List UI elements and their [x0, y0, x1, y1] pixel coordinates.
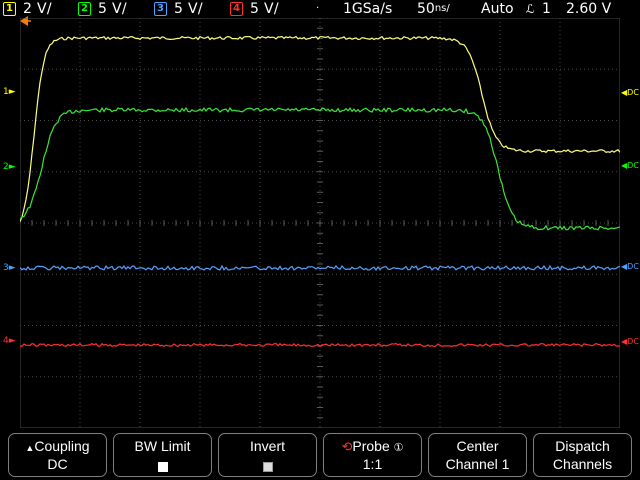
channel-1-dc-label: ◀DC	[621, 88, 639, 97]
channel-2-scale[interactable]: 2 5 V/	[78, 1, 127, 17]
invert-checkbox-icon	[262, 461, 273, 472]
sample-rate: 1GSa/s	[343, 1, 393, 17]
menu-arrow-icon: ▲	[25, 443, 35, 453]
softkey-menu: ▲Coupling DC BW Limit Invert ⟲Probe ① 1:…	[0, 431, 640, 480]
channel-4-scale[interactable]: 4 5 V/	[230, 1, 279, 17]
channel-3-badge: 3	[154, 2, 167, 16]
rotate-knob-icon: ⟲	[341, 439, 353, 454]
bw-limit-checkbox-icon	[157, 461, 168, 472]
timebase[interactable]: 50ns/	[417, 0, 450, 18]
probe-softkey[interactable]: ⟲Probe ① 1:1	[323, 433, 422, 477]
channel-4-trace	[20, 342, 620, 348]
center-channel-softkey[interactable]: Center Channel 1	[428, 433, 527, 477]
channel-2-dc-label: ◀DC	[621, 161, 639, 170]
channel-2-volts-per-div: 5 V/	[98, 1, 127, 17]
trigger-edge-icon: ℒ	[526, 2, 535, 16]
invert-softkey[interactable]: Invert	[218, 433, 317, 477]
trigger-level[interactable]: 2.60 V	[566, 0, 611, 18]
channel-1-volts-per-div: 2 V/	[23, 1, 52, 17]
channel-3-dc-label: ◀DC	[621, 262, 639, 271]
channel-3-ground-marker[interactable]: 3►	[3, 263, 16, 273]
channel-1-ground-marker[interactable]: 1►	[3, 87, 16, 97]
channel-4-dc-label: ◀DC	[621, 337, 639, 346]
channel-4-ground-marker[interactable]: 4►	[3, 336, 16, 346]
dispatch-channels-softkey[interactable]: Dispatch Channels	[533, 433, 632, 477]
channel-1-scale[interactable]: 1 2 V/	[3, 1, 52, 17]
timebase-unit: ns/	[434, 3, 450, 14]
graticule	[20, 18, 620, 428]
separator-dot: ·	[316, 3, 320, 14]
channel-2-badge: 2	[78, 2, 91, 16]
channel-1-badge: 1	[3, 2, 16, 16]
timebase-value: 50	[417, 1, 435, 17]
trigger-mode[interactable]: Auto	[481, 0, 514, 18]
channel-4-volts-per-div: 5 V/	[250, 1, 279, 17]
coupling-softkey[interactable]: ▲Coupling DC	[8, 433, 107, 477]
info-icon: ①	[393, 442, 404, 454]
channel-4-badge: 4	[230, 2, 243, 16]
status-bar: 1 2 V/ 2 5 V/ 3 5 V/ 4 5 V/ · 1GSa/s 50n…	[0, 0, 640, 18]
channel-3-scale[interactable]: 3 5 V/	[154, 1, 203, 17]
channel-2-ground-marker[interactable]: 2►	[3, 162, 16, 172]
trigger-source: 1	[542, 1, 551, 17]
channel-3-volts-per-div: 5 V/	[174, 1, 203, 17]
waveform-display[interactable]	[20, 18, 620, 428]
bw-limit-softkey[interactable]: BW Limit	[113, 433, 212, 477]
